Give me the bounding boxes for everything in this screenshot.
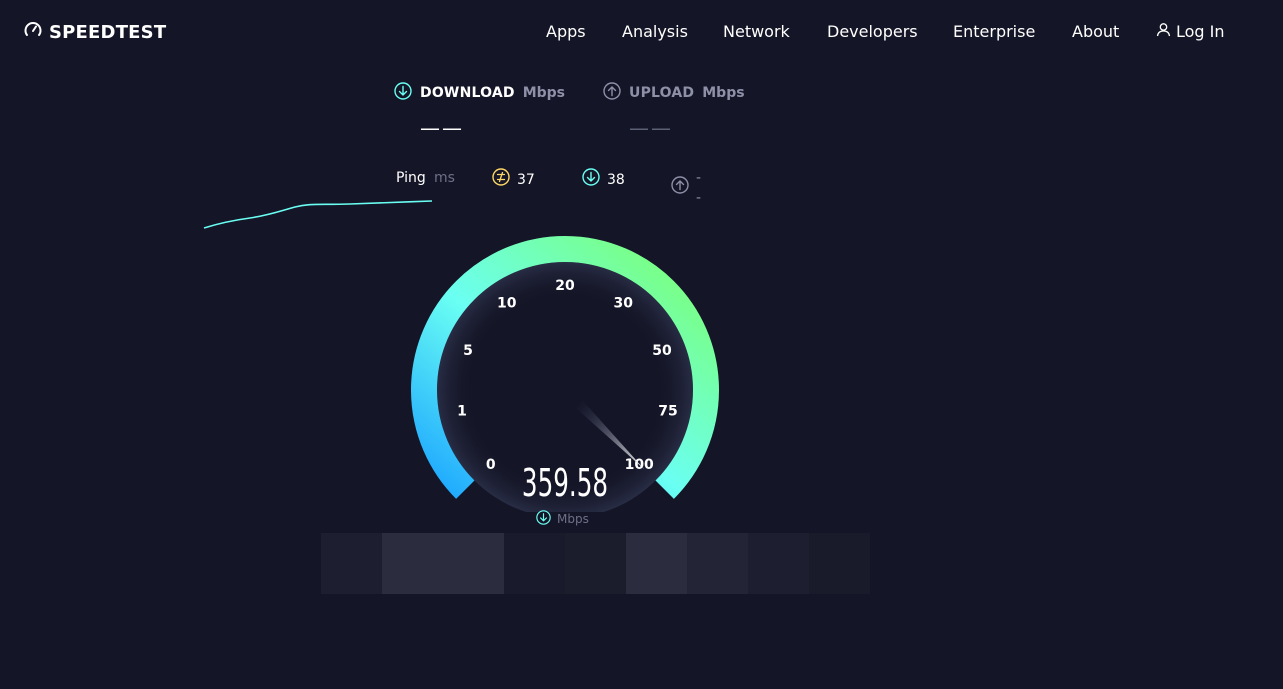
loading-block [748, 533, 809, 594]
upload-label: UPLOAD [629, 85, 695, 101]
gauge-unit-label: Mbps [557, 512, 589, 526]
logo-text: SPEEDTEST [49, 21, 167, 43]
login-label: Log In [1176, 22, 1225, 41]
ping-label: Ping [396, 170, 426, 186]
speed-graph-line [203, 200, 433, 229]
loading-blocks [321, 533, 870, 594]
gauge-tick-label: 50 [652, 343, 672, 359]
upload-icon [603, 82, 621, 104]
user-icon [1156, 18, 1171, 46]
upload-value: —— [629, 116, 673, 140]
download-result-header: DOWNLOAD Mbps [394, 82, 565, 104]
download-unit: Mbps [522, 85, 565, 101]
loading-block [321, 533, 382, 594]
loading-block [626, 533, 687, 594]
nav-network[interactable]: Network [723, 18, 790, 46]
ping-download-value: 38 [607, 172, 625, 188]
loading-block [809, 533, 870, 594]
download-icon [394, 82, 412, 104]
loading-block [504, 533, 565, 594]
ping-upload-icon [671, 176, 689, 200]
upload-unit: Mbps [702, 85, 745, 101]
loading-block [687, 533, 748, 594]
ping-idle-value: 37 [517, 172, 535, 188]
download-label: DOWNLOAD [420, 85, 515, 101]
gauge-tick-label: 75 [658, 404, 677, 420]
ping-unit: ms [434, 170, 455, 186]
gauge-tick-label: 20 [555, 278, 575, 294]
ping-download-icon [582, 168, 600, 192]
ping-idle-icon [492, 168, 510, 192]
nav-analysis[interactable]: Analysis [622, 18, 688, 46]
loading-block [565, 533, 626, 594]
gauge-tick-label: 0 [486, 457, 496, 473]
speedtest-logo[interactable]: SPEEDTEST [23, 18, 166, 46]
ping-upload-value: -- [696, 170, 702, 206]
nav-apps[interactable]: Apps [546, 18, 586, 46]
download-value: —— [420, 116, 464, 140]
upload-result-header: UPLOAD Mbps [603, 82, 745, 104]
nav-enterprise[interactable]: Enterprise [953, 18, 1035, 46]
nav-about[interactable]: About [1072, 18, 1119, 46]
gauge-tick-label: 10 [497, 296, 517, 312]
ping-upload: -- [671, 168, 701, 208]
loading-block [382, 533, 504, 594]
ping-download: 38 [582, 168, 625, 192]
login-button[interactable]: Log In [1156, 18, 1225, 46]
gauge-tick-label: 30 [614, 296, 634, 312]
gauge-speed-value: 359.58 [522, 460, 608, 505]
gauge-unit-row: Mbps [536, 510, 589, 528]
gauge-download-icon [536, 510, 551, 528]
gauge-tick-label: 1 [457, 404, 467, 420]
ping-idle: 37 [492, 168, 535, 192]
speedometer-icon [23, 20, 43, 44]
gauge-tick-label: 100 [625, 457, 654, 473]
speedtest-page: SPEEDTEST Apps Analysis Network Develope… [0, 0, 1283, 689]
nav-developers[interactable]: Developers [827, 18, 918, 46]
gauge-tick-label: 5 [463, 343, 473, 359]
speed-gauge: 0 1 5 10 20 30 50 75 100 359.58 [411, 236, 719, 512]
